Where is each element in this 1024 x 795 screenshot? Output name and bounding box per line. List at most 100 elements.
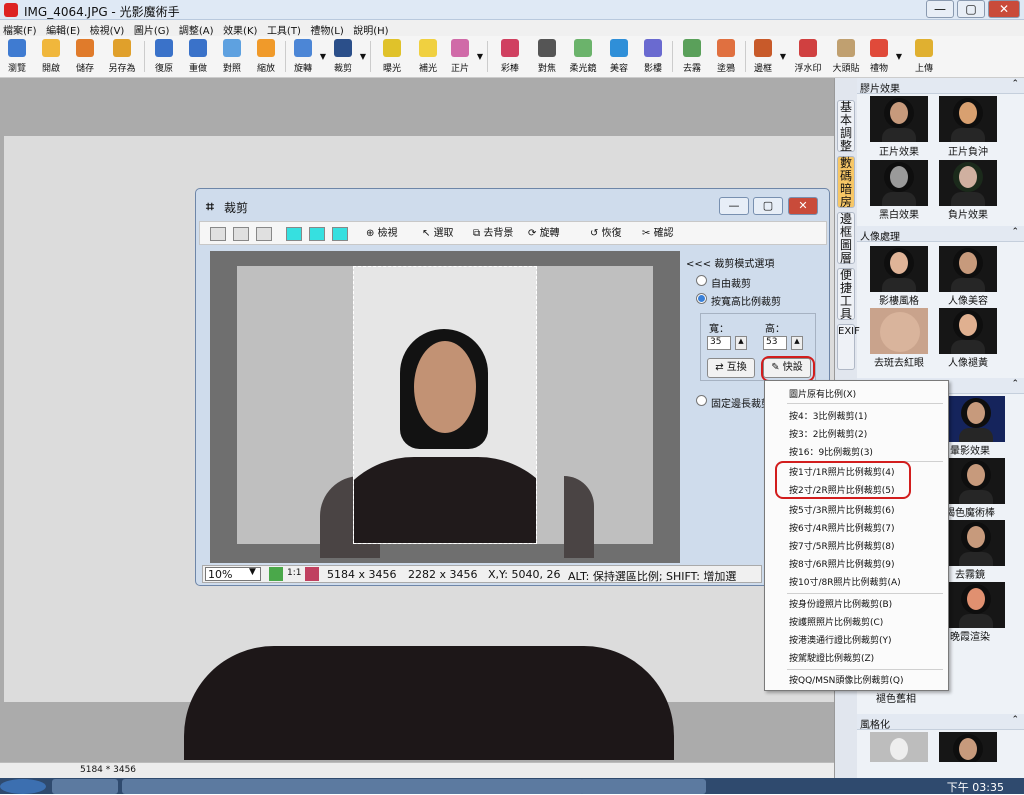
menu-item-14[interactable]: 按港澳通行證比例裁剪(Y) <box>789 633 892 646</box>
toolbar-sticker-button[interactable]: 大頭貼 <box>828 36 864 77</box>
toolbar-save-button[interactable]: 儲存 <box>68 36 102 77</box>
toolbar-folder-open-button[interactable]: 開啟 <box>34 36 68 77</box>
thumb-color-wand[interactable] <box>947 458 1005 504</box>
remove-bg-tool[interactable]: ⧉ 去背景 <box>473 225 513 243</box>
minimize-button[interactable]: — <box>926 0 954 18</box>
restore-tool[interactable]: ↺ 恢復 <box>590 225 622 243</box>
menu-item-13[interactable]: 按護照照片比例裁剪(C) <box>789 615 883 628</box>
menu-item-8[interactable]: 按6寸/4R照片比例裁剪(7) <box>789 521 895 534</box>
toolbar-sun-button[interactable]: 曝光 <box>373 36 411 77</box>
taskbar-app-9[interactable] <box>518 779 584 794</box>
tab-exif[interactable]: EXIF <box>837 324 860 370</box>
menu-item-3[interactable]: 按3：2比例裁剪(2) <box>789 427 867 440</box>
layout-3-icon[interactable] <box>256 227 272 241</box>
section-film-effects[interactable]: 膠片效果 ⌃ <box>857 78 1024 95</box>
thumb-remove-yellow[interactable] <box>939 308 997 354</box>
width-spinner-icon[interactable]: ▲ <box>735 336 747 350</box>
tab-quick-tools[interactable]: 便捷工具 <box>837 268 855 321</box>
thumb-style-2[interactable] <box>939 732 997 762</box>
thumb-cross-process[interactable] <box>939 96 997 142</box>
menu-item-10[interactable]: 按8寸/6R照片比例裁剪(9) <box>789 557 895 570</box>
dialog-minimize-button[interactable]: — <box>719 197 749 215</box>
tab-digital-darkroom[interactable]: 數碼暗房 <box>837 156 855 209</box>
toolbar-rotate-button[interactable]: 旋轉 <box>288 36 318 77</box>
crop-canvas[interactable] <box>210 251 680 563</box>
toolbar-redo-button[interactable]: 重做 <box>181 36 215 77</box>
thumb-positive[interactable] <box>870 96 928 142</box>
toolbar-frame-button[interactable]: 邊框 <box>748 36 778 77</box>
actual-size-button[interactable]: 1:1 <box>287 568 301 578</box>
swap-button[interactable]: ⇄ 互換 <box>707 358 755 378</box>
taskbar-app-5[interactable] <box>292 779 358 794</box>
height-spinner-icon[interactable]: ▲ <box>791 336 803 350</box>
toolbar-brush-button[interactable]: 塗鴉 <box>709 36 743 77</box>
toolbar-beauty-button[interactable]: 美容 <box>602 36 636 77</box>
chevron-down-icon[interactable]: ▼ <box>894 36 904 77</box>
height-input[interactable]: 53 <box>763 336 787 350</box>
menu-item-2[interactable]: 按4：3比例裁剪(1) <box>789 409 867 422</box>
menu-item-12[interactable]: 按身份證照片比例裁剪(B) <box>789 597 892 610</box>
toolbar-film-button[interactable]: 正片 <box>445 36 475 77</box>
fit-view-icon[interactable] <box>269 567 283 581</box>
toolbar-save-as-button[interactable]: 另存為 <box>102 36 142 77</box>
tab-basic-adjust[interactable]: 基本調整 <box>837 100 855 153</box>
toolbar-soft-light-button[interactable]: 柔光鏡 <box>564 36 602 77</box>
taskbar-app-1[interactable] <box>52 779 118 794</box>
menu-item-15[interactable]: 按駕駛證比例裁剪(Z) <box>789 651 874 664</box>
width-input[interactable]: 35 <box>707 336 731 350</box>
chevron-down-icon[interactable]: ▼ <box>249 567 256 577</box>
toolbar-color-wand-button[interactable]: 彩棒 <box>490 36 530 77</box>
maximize-button[interactable]: ▢ <box>957 0 985 18</box>
thumb-black-white[interactable] <box>870 160 928 206</box>
thumb-studio-style[interactable] <box>870 246 928 292</box>
layout-4-icon[interactable] <box>286 227 302 241</box>
chevron-down-icon[interactable]: ▼ <box>318 36 328 77</box>
menu-item-16[interactable]: 按QQ/MSN頭像比例裁剪(Q) <box>789 673 904 686</box>
toolbar-bulb-button[interactable]: 補光 <box>411 36 445 77</box>
layout-6-icon[interactable] <box>332 227 348 241</box>
confirm-tool[interactable]: ✂ 確認 <box>642 225 674 243</box>
thumb-defog[interactable] <box>947 520 1005 566</box>
fixed-crop-radio[interactable] <box>696 395 707 406</box>
section-stylize[interactable]: 風格化 ⌃ <box>857 714 1024 731</box>
thumb-sunset[interactable] <box>947 582 1005 628</box>
toolbar-compare-button[interactable]: 對照 <box>215 36 249 77</box>
dialog-maximize-button[interactable]: ▢ <box>753 197 783 215</box>
color-icon[interactable] <box>305 567 319 581</box>
toolbar-studio-button[interactable]: 影樓 <box>636 36 670 77</box>
dialog-close-button[interactable]: ✕ <box>788 197 818 215</box>
menu-item-1[interactable]: 圖片原有比例(X) <box>789 387 856 400</box>
section-portrait[interactable]: 人像處理 ⌃ <box>857 226 1024 243</box>
menu-item-7[interactable]: 按5寸/3R照片比例裁剪(6) <box>789 503 895 516</box>
thumb-negative[interactable] <box>939 160 997 206</box>
view-tool[interactable]: ⊕ 檢視 <box>366 225 398 243</box>
toolbar-upload-button[interactable]: 上傳 <box>904 36 944 77</box>
toolbar-resize-button[interactable]: 縮放 <box>249 36 283 77</box>
taskbar-app-2[interactable] <box>122 779 188 794</box>
crop-selection[interactable] <box>353 266 537 544</box>
thumb-sketch[interactable] <box>870 732 928 762</box>
select-tool[interactable]: ↖ 選取 <box>422 225 454 243</box>
taskbar-app-11[interactable] <box>640 779 706 794</box>
rotate-tool[interactable]: ⟳ 旋轉 <box>528 225 560 243</box>
toolbar-eye-button[interactable]: 瀏覽 <box>0 36 34 77</box>
thumb-remove-spots[interactable] <box>870 308 928 354</box>
layout-2-icon[interactable] <box>233 227 249 241</box>
thumb-portrait-beauty[interactable] <box>939 246 997 292</box>
toolbar-focus-button[interactable]: 對焦 <box>530 36 564 77</box>
layout-1-icon[interactable] <box>210 227 226 241</box>
chevron-down-icon[interactable]: ▼ <box>358 36 368 77</box>
menu-item-11[interactable]: 按10寸/8R照片比例裁剪(A) <box>789 575 901 588</box>
start-button[interactable] <box>0 779 46 794</box>
chevron-down-icon[interactable]: ▼ <box>778 36 788 77</box>
close-button[interactable]: ✕ <box>988 0 1020 18</box>
menu-item-9[interactable]: 按7寸/5R照片比例裁剪(8) <box>789 539 895 552</box>
thumb-vignette[interactable] <box>947 396 1005 442</box>
toolbar-undo-button[interactable]: 復原 <box>147 36 181 77</box>
toolbar-defog-button[interactable]: 去霧 <box>675 36 709 77</box>
menu-item-4[interactable]: 按16：9比例裁剪(3) <box>789 445 873 458</box>
taskbar-app-10[interactable] <box>580 779 646 794</box>
tab-frame-layers[interactable]: 邊框圖層 <box>837 212 855 265</box>
chevron-down-icon[interactable]: ▼ <box>475 36 485 77</box>
options-header[interactable]: <<< 裁剪模式選項 <box>686 255 774 270</box>
